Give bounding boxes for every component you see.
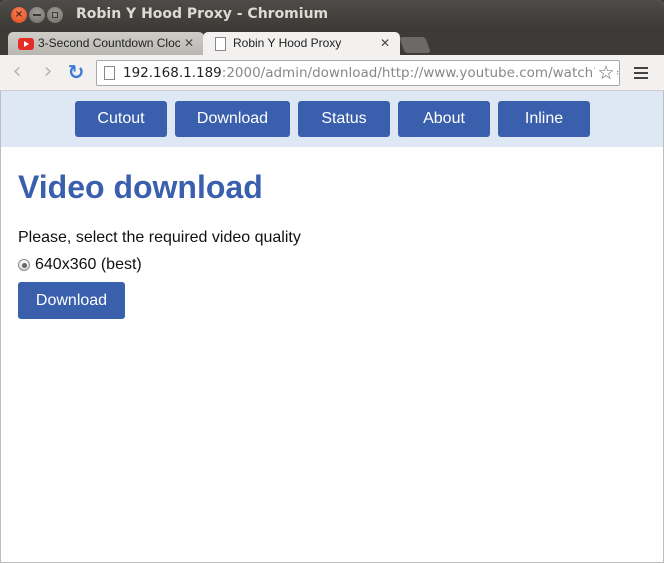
maximize-window-button[interactable] [47,7,63,23]
nav-about-button[interactable]: About [398,101,490,137]
nav-download-button[interactable]: Download [175,101,290,137]
tab-countdown[interactable]: 3-Second Countdown Clock ✕ [8,32,204,55]
nav-inline-button[interactable]: Inline [498,101,590,137]
url-text[interactable]: 192.168.1.189:2000/admin/download/http:/… [123,65,620,81]
tab-label: 3-Second Countdown Clock [38,36,180,50]
site-navbar: Cutout Download Status About Inline [1,91,663,147]
bookmark-star-icon[interactable]: ☆ [595,61,617,85]
tab-label: Robin Y Hood Proxy [233,36,342,50]
tab-strip: 3-Second Countdown Clock ✕ Robin Y Hood … [0,30,664,55]
tab-close-icon[interactable]: ✕ [184,32,194,55]
close-window-button[interactable]: × [11,7,27,23]
address-bar[interactable]: 192.168.1.189:2000/admin/download/http:/… [96,60,620,86]
url-path: :2000/admin/download/http://www.youtube.… [221,65,620,81]
page-icon [215,37,226,51]
back-button[interactable]: ‹ [5,61,29,85]
tab-robin-y-hood[interactable]: Robin Y Hood Proxy ✕ [203,32,400,55]
browser-toolbar: ‹ › ↻ 192.168.1.189:2000/admin/download/… [0,55,664,91]
quality-prompt: Please, select the required video qualit… [18,229,301,246]
minimize-window-button[interactable] [29,7,45,23]
menu-icon[interactable] [634,67,648,79]
url-host: 192.168.1.189 [123,65,222,81]
quality-option-label[interactable]: 640x360 (best) [35,256,142,274]
forward-button[interactable]: › [36,61,60,85]
youtube-icon [18,38,34,50]
new-tab-button[interactable] [399,37,431,53]
tab-close-icon[interactable]: ✕ [380,32,390,55]
nav-cutout-button[interactable]: Cutout [75,101,167,137]
maximize-icon [52,12,58,18]
nav-status-button[interactable]: Status [298,101,390,137]
page-title: Video download [18,169,263,205]
quality-radio[interactable] [18,259,30,271]
page-content: Cutout Download Status About Inline Vide… [0,91,664,563]
title-bar: × Robin Y Hood Proxy - Chromium [0,0,664,30]
minimize-icon [33,14,41,16]
reload-button[interactable]: ↻ [64,61,88,85]
download-button[interactable]: Download [18,282,125,319]
window-title: Robin Y Hood Proxy - Chromium [76,6,329,22]
page-icon [104,66,115,80]
browser-window: × Robin Y Hood Proxy - Chromium 3-Second… [0,0,664,563]
